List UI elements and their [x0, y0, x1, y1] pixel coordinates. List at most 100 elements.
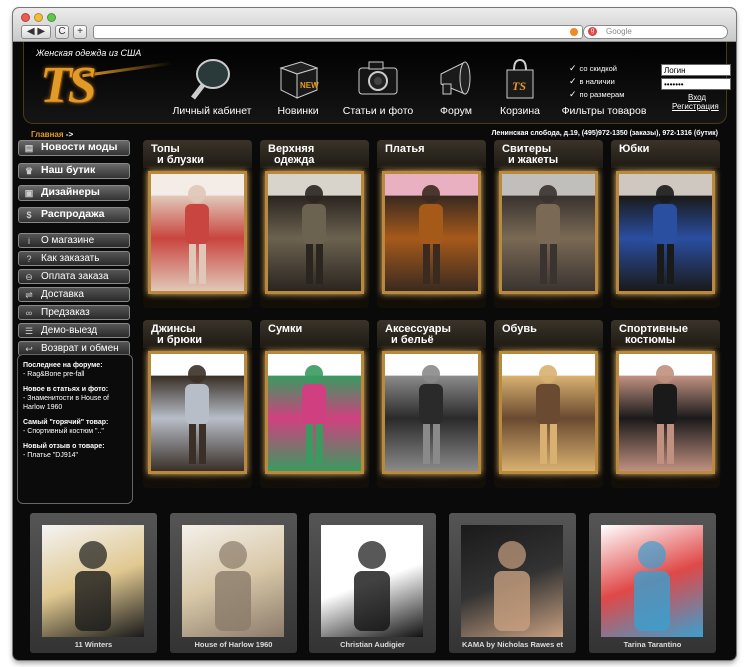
sidebar-main-item[interactable]: ▣ Дизайнеры [18, 185, 130, 201]
news-item[interactable]: - Платье "DJ914" [23, 451, 127, 460]
category-title[interactable]: Топы и блузки [143, 140, 252, 168]
blog-caption[interactable]: 11 Winters [30, 640, 157, 649]
browser-window: ◀ ▶ C + Google g Женская одежда из США T… [13, 8, 736, 660]
category-tile[interactable]: Сумки [260, 320, 369, 488]
sidebar-info-item[interactable]: i О магазине [18, 233, 130, 248]
filter-item[interactable]: ✓ со скидкой [569, 62, 624, 75]
category-tile[interactable]: Свитеры и жакеты [494, 140, 603, 308]
blog-photo[interactable] [321, 525, 423, 637]
blog-caption[interactable]: Christian Audigier [309, 640, 436, 649]
filter-checklist: ✓ со скидкой ✓ в наличии ✓ по размерам [569, 62, 624, 101]
category-photo[interactable] [616, 171, 715, 294]
category-photo[interactable] [265, 351, 364, 474]
add-bookmark-button[interactable]: + [73, 25, 87, 39]
category-photo[interactable] [148, 351, 247, 474]
register-link[interactable]: Регистрация [672, 102, 719, 111]
reload-button[interactable]: C [55, 25, 69, 39]
blog-card[interactable]: KAMA by Nicholas Rawes et [449, 513, 576, 653]
category-tile[interactable]: Джинсы и брюки [143, 320, 252, 488]
model-figure [302, 365, 326, 464]
google-search-icon[interactable]: g [588, 27, 597, 36]
breadcrumb-home[interactable]: Главная [31, 130, 64, 139]
nav-forum[interactable]: Форум [426, 52, 486, 122]
filter-item[interactable]: ✓ в наличии [569, 75, 624, 88]
category-title[interactable]: Верхняя одежда [260, 140, 369, 168]
login-link[interactable]: Вход [688, 93, 706, 102]
blog-photo[interactable] [182, 525, 284, 637]
category-tile[interactable]: Обувь [494, 320, 603, 488]
news-item[interactable]: - Rag&Bone pre-fall [23, 370, 127, 379]
sidebar-info-item[interactable]: ? Как заказать [18, 251, 130, 266]
zoom-window-icon[interactable] [47, 13, 56, 22]
category-photo[interactable] [382, 171, 481, 294]
sidebar-main-item[interactable]: ▤ Новости моды [18, 140, 130, 156]
nav-articles[interactable]: Статьи и фото [336, 52, 420, 122]
model-figure [653, 365, 677, 464]
category-title[interactable]: Свитеры и жакеты [494, 140, 603, 168]
blog-card[interactable]: 11 Winters [30, 513, 157, 653]
category-tile[interactable]: Аксессуары и бельё [377, 320, 486, 488]
sidebar-info-item[interactable]: ∞ Предзаказ [18, 305, 130, 320]
nav-cabinet[interactable]: Личный кабинет [164, 52, 260, 122]
news-item[interactable]: - Спортивный костюм ".." [23, 427, 127, 436]
contact-info: Ленинская слобода, д.19, (495)972-1350 (… [491, 130, 718, 137]
category-title[interactable]: Аксессуары и бельё [377, 320, 486, 348]
nav-new[interactable]: NEW Новинки [268, 52, 328, 122]
blog-photo[interactable] [461, 525, 563, 637]
nav-cart[interactable]: TS Корзина [490, 52, 550, 122]
sidebar-main-item[interactable]: ♛ Наш бутик [18, 163, 130, 179]
site-logo[interactable]: TS [40, 56, 97, 115]
sidebar-main-item[interactable]: $ Распродажа [18, 207, 130, 223]
blog-caption[interactable]: KAMA by Nicholas Rawes et [449, 640, 576, 649]
category-tile[interactable]: Юбки [611, 140, 720, 308]
category-photo[interactable] [616, 351, 715, 474]
category-tile[interactable]: Верхняя одежда [260, 140, 369, 308]
blog-photo[interactable] [42, 525, 144, 637]
checkmark-icon: ✓ [569, 76, 577, 86]
blog-card[interactable]: House of Harlow 1960 [170, 513, 297, 653]
address-bar[interactable] [93, 25, 583, 39]
blog-card[interactable]: Christian Audigier [309, 513, 436, 653]
back-icon[interactable]: ◀ [27, 26, 35, 37]
nav-label: Форум [440, 105, 472, 117]
category-title[interactable]: Сумки [260, 320, 369, 348]
sidebar-item-label: Наш бутик [41, 164, 96, 176]
category-title[interactable]: Обувь [494, 320, 603, 348]
filter-item[interactable]: ✓ по размерам [569, 88, 624, 101]
category-tile[interactable]: Спортивные костюмы [611, 320, 720, 488]
model-figure [419, 365, 443, 464]
back-forward-buttons[interactable]: ◀ ▶ [21, 25, 51, 39]
sidebar-info-item[interactable]: ⊖ Оплата заказа [18, 269, 130, 284]
category-title[interactable]: Джинсы и брюки [143, 320, 252, 348]
category-title[interactable]: Спортивные костюмы [611, 320, 720, 348]
category-photo[interactable] [499, 351, 598, 474]
close-window-icon[interactable] [21, 13, 30, 22]
category-tile[interactable]: Топы и блузки [143, 140, 252, 308]
rss-icon[interactable] [570, 28, 578, 36]
site-header: Женская одежда из США TS Личный кабинет … [23, 42, 731, 124]
sidebar-item-label: Доставка [41, 289, 84, 300]
category-photo[interactable] [382, 351, 481, 474]
category-photo[interactable] [148, 171, 247, 294]
category-tile[interactable]: Платья [377, 140, 486, 308]
category-photo[interactable] [499, 171, 598, 294]
blog-card[interactable]: Tarina Tarantino [589, 513, 716, 653]
news-item[interactable]: - Знаменитости в House of Harlow 1960 [23, 394, 127, 412]
forward-icon[interactable]: ▶ [37, 26, 45, 37]
sidebar-info-item[interactable]: ⇌ Доставка [18, 287, 130, 302]
category-title[interactable]: Юбки [611, 140, 720, 168]
blog-photo[interactable] [601, 525, 703, 637]
search-input[interactable]: Google [583, 25, 728, 39]
minimize-window-icon[interactable] [34, 13, 43, 22]
category-title[interactable]: Платья [377, 140, 486, 168]
coins-icon: ⊖ [25, 272, 33, 282]
blog-caption[interactable]: Tarina Tarantino [589, 640, 716, 649]
magnifier-icon [191, 59, 230, 100]
news-heading: Последнее на форуме: [23, 362, 103, 369]
shopping-bag-icon: TS [506, 58, 534, 99]
password-input[interactable]: ••••••• [661, 78, 731, 90]
login-input[interactable]: Логин [661, 64, 731, 76]
blog-caption[interactable]: House of Harlow 1960 [170, 640, 297, 649]
sidebar-info-item[interactable]: ☰ Демо-выезд [18, 323, 130, 338]
category-photo[interactable] [265, 171, 364, 294]
